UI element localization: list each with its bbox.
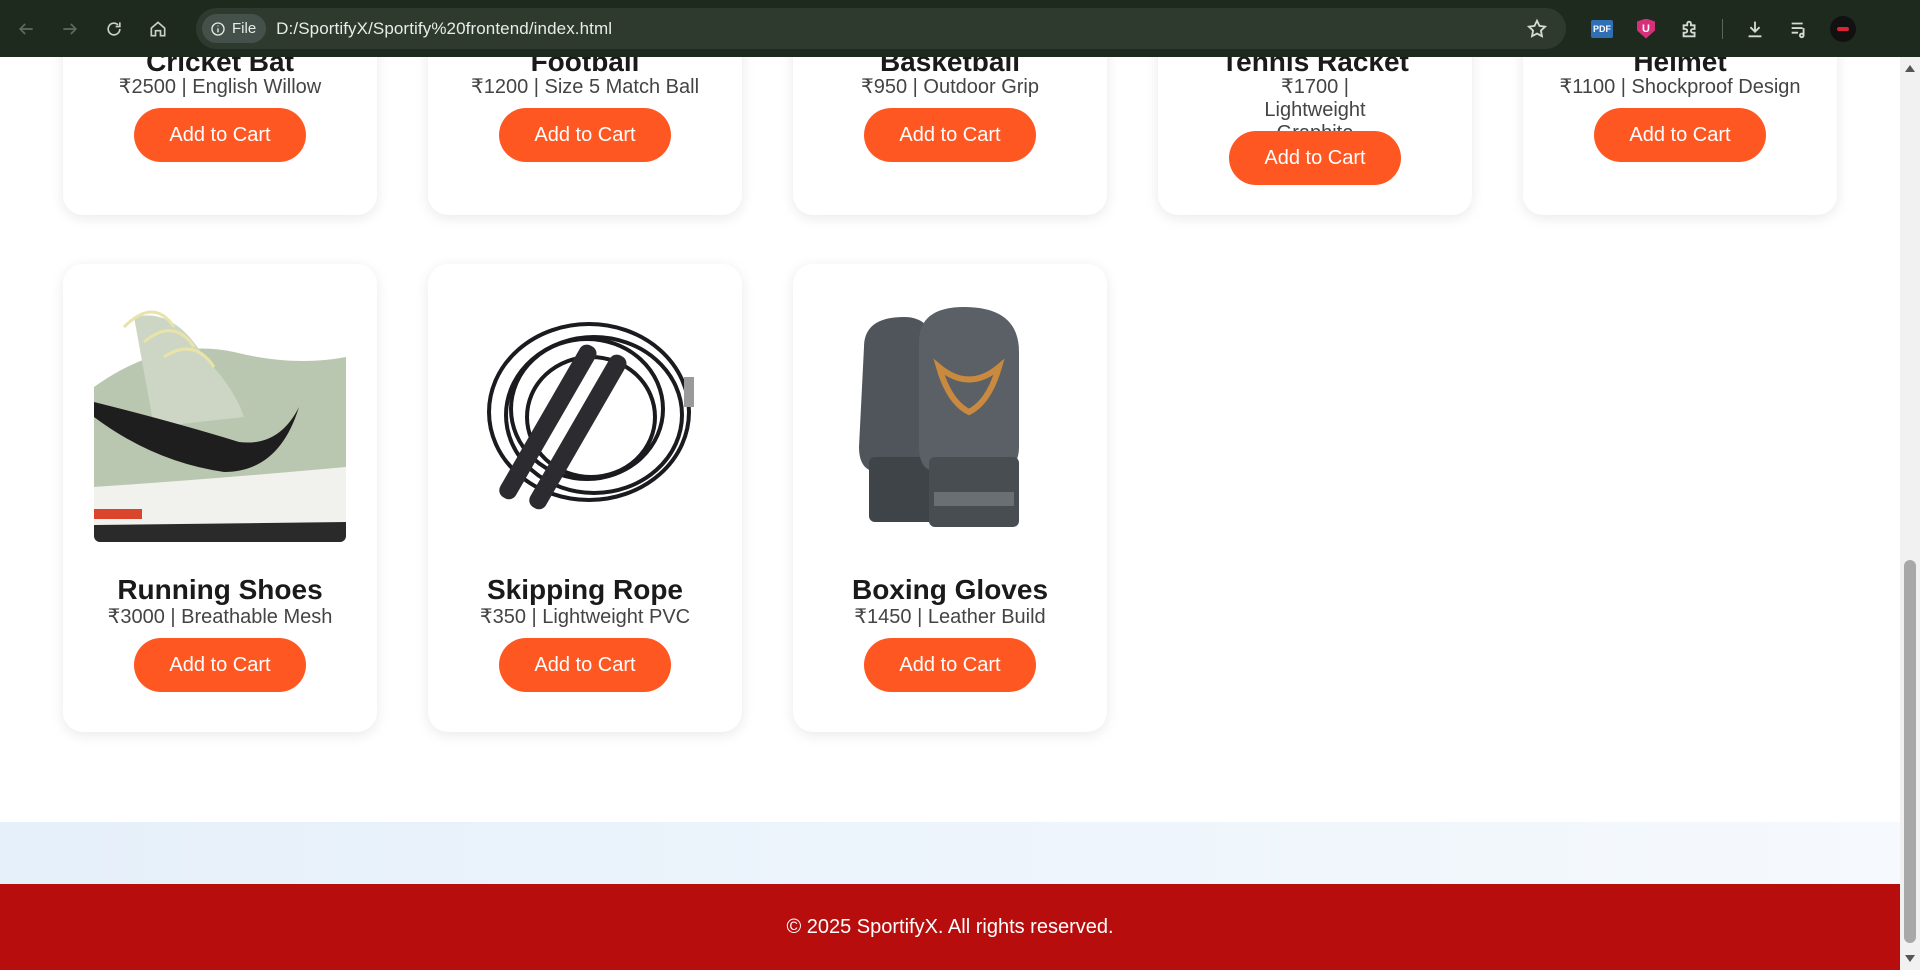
home-icon[interactable]	[140, 11, 176, 47]
extensions-area: PDF U	[1580, 0, 1865, 57]
puzzle-icon[interactable]	[1668, 7, 1712, 51]
product-title: Helmet	[1633, 57, 1727, 77]
running-shoes-image	[94, 297, 346, 542]
product-subtitle: ₹2500 | English Willow	[118, 76, 322, 98]
site-footer: © 2025 SportifyX. All rights reserved.	[0, 884, 1900, 970]
product-title: Boxing Gloves	[851, 574, 1049, 605]
toolbar-divider	[1722, 18, 1723, 39]
skipping-rope-image	[459, 297, 711, 542]
footer-copyright: © 2025 SportifyX. All rights reserved.	[786, 915, 1114, 938]
address-bar[interactable]: File D:/SportifyX/Sportify%20frontend/in…	[196, 8, 1566, 49]
pdf-extension-icon[interactable]: PDF	[1580, 7, 1624, 51]
page-content: Cricket Bat ₹2500 | English Willow Add t…	[0, 57, 1900, 970]
scroll-up-arrow-icon[interactable]	[1905, 65, 1915, 72]
product-card: Boxing Gloves ₹1450 | Leather Build Add …	[793, 264, 1107, 732]
add-to-cart-button[interactable]: Add to Cart	[134, 638, 306, 692]
profile-avatar[interactable]	[1821, 7, 1865, 51]
product-title: Skipping Rope	[487, 574, 683, 605]
product-subtitle: ₹1200 | Size 5 Match Ball	[470, 76, 700, 98]
product-subtitle: ₹3000 | Breathable Mesh	[107, 606, 333, 628]
shield-extension-label: U	[1637, 18, 1655, 39]
product-card: Running Shoes ₹3000 | Breathable Mesh Ad…	[63, 264, 377, 732]
product-subtitle: ₹1100 | Shockproof Design	[1559, 76, 1801, 98]
add-to-cart-button[interactable]: Add to Cart	[134, 108, 306, 162]
product-title: Tennis Racket	[1221, 57, 1409, 77]
product-card: Tennis Racket ₹1700 | Lightweight Graphi…	[1158, 57, 1472, 215]
add-to-cart-button[interactable]: Add to Cart	[864, 638, 1036, 692]
media-queue-icon[interactable]	[1777, 7, 1821, 51]
site-chip-label: File	[232, 20, 257, 37]
product-title: Cricket Bat	[146, 57, 294, 77]
pdf-extension-label: PDF	[1591, 19, 1613, 38]
product-title: Running Shoes	[117, 574, 323, 605]
scroll-down-arrow-icon[interactable]	[1905, 955, 1915, 962]
product-card: Cricket Bat ₹2500 | English Willow Add t…	[63, 57, 377, 215]
product-subtitle: ₹1450 | Leather Build	[854, 606, 1046, 628]
back-icon[interactable]	[8, 11, 44, 47]
site-info-chip[interactable]: File	[202, 14, 267, 43]
vertical-scrollbar[interactable]	[1900, 57, 1920, 970]
product-subtitle: ₹350 | Lightweight PVC	[479, 606, 691, 628]
product-subtitle: ₹950 | Outdoor Grip	[860, 76, 1039, 98]
boxing-gloves-image	[824, 297, 1076, 542]
shield-extension-icon[interactable]: U	[1624, 7, 1668, 51]
url-text[interactable]: D:/SportifyX/Sportify%20frontend/index.h…	[276, 19, 612, 39]
reload-icon[interactable]	[96, 11, 132, 47]
product-title: Football	[530, 57, 640, 77]
info-icon	[211, 21, 225, 36]
add-to-cart-button[interactable]: Add to Cart	[1229, 131, 1401, 185]
product-title: Basketball	[879, 57, 1021, 77]
product-card: Skipping Rope ₹350 | Lightweight PVC Add…	[428, 264, 742, 732]
browser-toolbar: File D:/SportifyX/Sportify%20frontend/in…	[0, 0, 1920, 57]
add-to-cart-button[interactable]: Add to Cart	[864, 108, 1036, 162]
product-card: Football ₹1200 | Size 5 Match Ball Add t…	[428, 57, 742, 215]
forward-icon[interactable]	[52, 11, 88, 47]
footer-divider-band	[0, 822, 1900, 884]
download-icon[interactable]	[1733, 7, 1777, 51]
product-card: Helmet ₹1100 | Shockproof Design Add to …	[1523, 57, 1837, 215]
add-to-cart-button[interactable]: Add to Cart	[499, 638, 671, 692]
add-to-cart-button[interactable]: Add to Cart	[1594, 108, 1766, 162]
bookmark-star-icon[interactable]	[1526, 18, 1548, 40]
add-to-cart-button[interactable]: Add to Cart	[499, 108, 671, 162]
product-card: Basketball ₹950 | Outdoor Grip Add to Ca…	[793, 57, 1107, 215]
scrollbar-thumb[interactable]	[1904, 560, 1916, 943]
